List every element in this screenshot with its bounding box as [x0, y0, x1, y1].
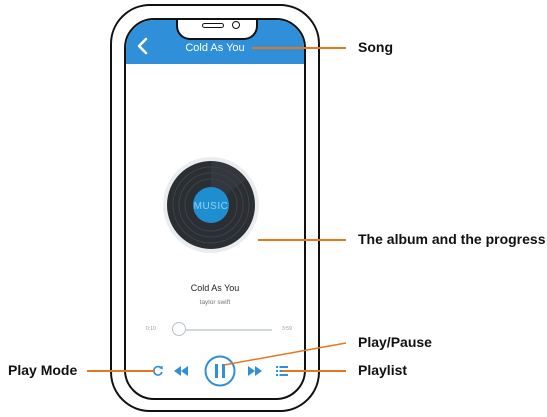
phone-notch: [176, 20, 258, 40]
song-title: Cold As You: [190, 283, 240, 293]
callout-playlist: Playlist: [358, 362, 408, 378]
speaker-grille: [202, 23, 224, 28]
progress-track[interactable]: [172, 329, 272, 331]
total-duration: 3:59: [282, 326, 292, 332]
callout-play-pause: Play/Pause: [358, 334, 432, 350]
elapsed-time: 0:10: [146, 326, 156, 332]
song-callout-line: [252, 47, 346, 49]
artist-name: taylor swift: [199, 299, 231, 306]
rewind-icon[interactable]: [174, 366, 188, 376]
play-pause-callout-line: [223, 342, 347, 366]
diagram-stage: Cold As You MUSIC Cold As You taylor swi…: [0, 0, 547, 417]
callout-song: Song: [358, 39, 393, 55]
album-disc: MUSIC: [162, 156, 260, 254]
playlist-callout-line: [282, 370, 346, 372]
progress-slider-knob[interactable]: [172, 322, 186, 336]
front-camera: [232, 21, 240, 29]
chevron-left-icon[interactable]: [136, 36, 150, 56]
vinyl-record-icon: MUSIC: [163, 157, 259, 253]
play-mode-callout-line: [87, 370, 155, 372]
album-callout-line: [258, 239, 346, 241]
callout-play-mode: Play Mode: [8, 362, 78, 378]
album-art-text: MUSIC: [194, 201, 229, 212]
callout-album: The album and the progress: [358, 231, 546, 247]
